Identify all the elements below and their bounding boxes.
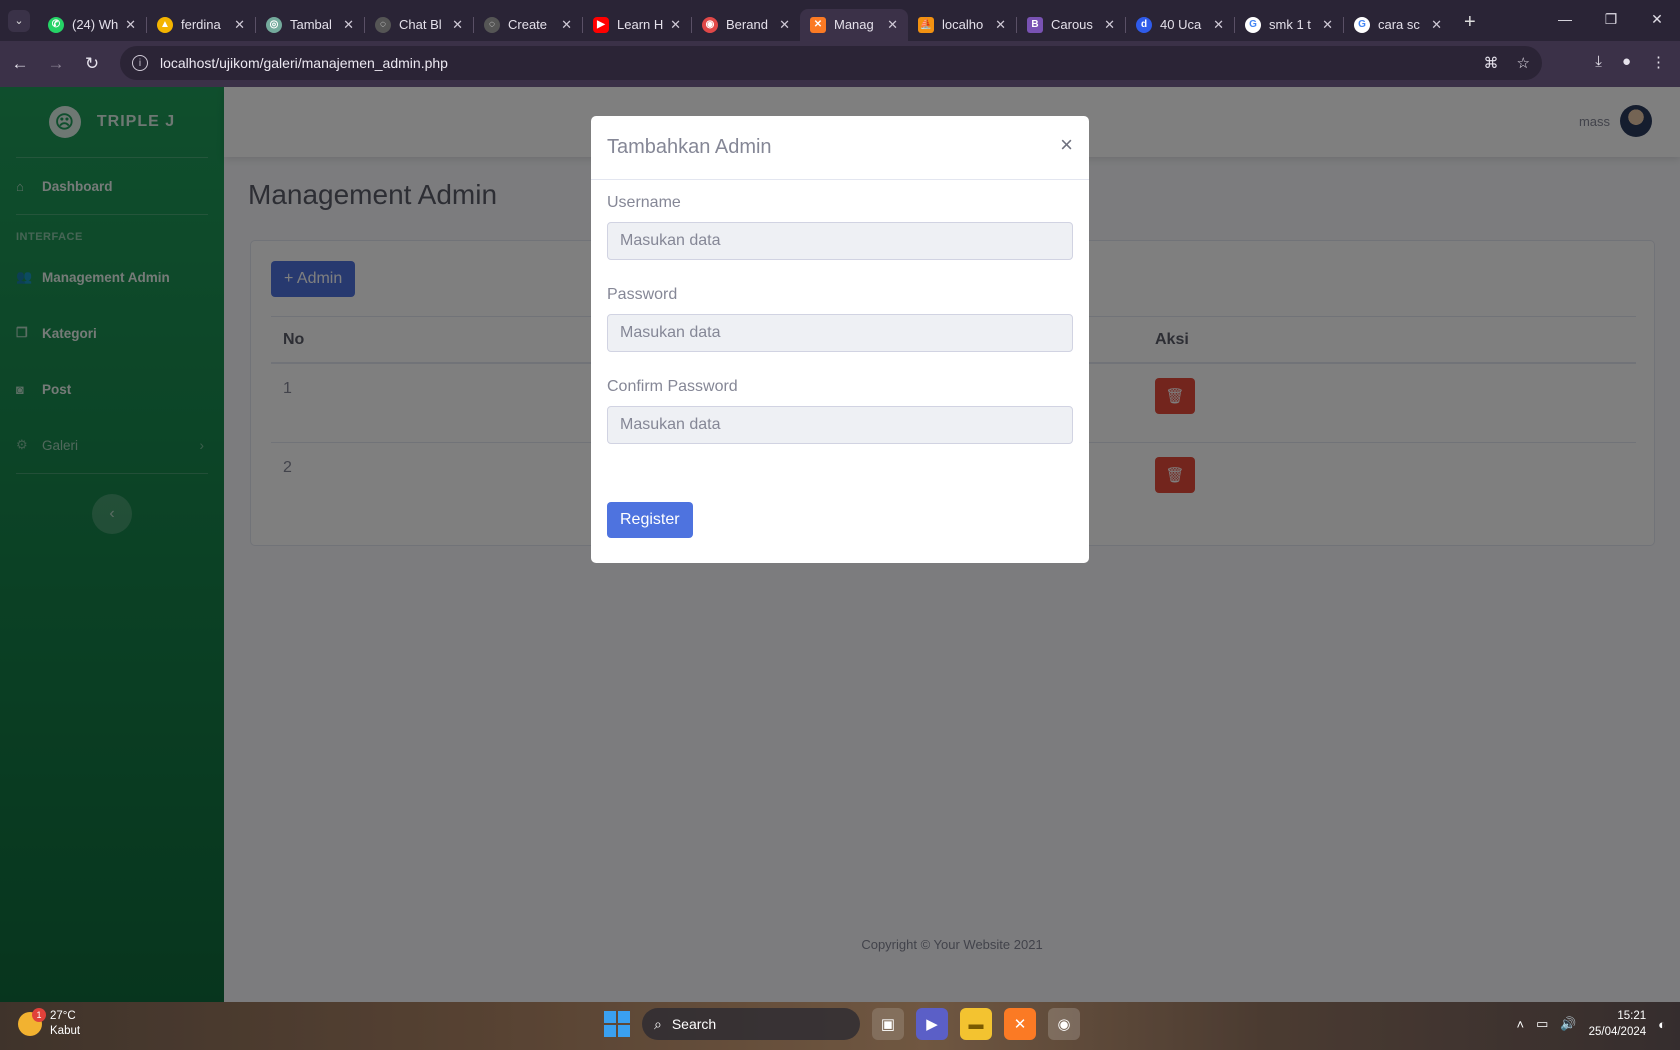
close-tab-icon[interactable]: ✕ — [561, 17, 572, 33]
close-tab-icon[interactable]: ✕ — [125, 17, 136, 33]
browser-tab-active[interactable]: ✕ Manag ✕ — [800, 8, 908, 41]
back-icon[interactable]: ← — [4, 54, 36, 74]
address-bar[interactable]: i localhost/ujikom/galeri/manajemen_admi… — [120, 46, 1542, 80]
browser-tab[interactable]: ▶ Learn H ✕ — [583, 9, 691, 41]
browser-tab[interactable]: B Carous ✕ — [1017, 9, 1125, 41]
profile-icon[interactable]: ● — [1622, 53, 1631, 71]
minimize-icon[interactable]: — — [1542, 11, 1588, 27]
url-text[interactable]: localhost/ujikom/galeri/manajemen_admin.… — [160, 55, 448, 71]
chatgpt-favicon-icon: ◎ — [266, 16, 282, 33]
meet-icon[interactable]: ▶ — [916, 1008, 948, 1040]
browser-tab[interactable]: Gcara sc ✕ — [1344, 9, 1452, 41]
close-tab-icon[interactable]: ✕ — [452, 17, 463, 33]
weather-temp: 27°C — [50, 1010, 76, 1022]
reload-icon[interactable]: ↻ — [76, 54, 108, 74]
confirm-password-input[interactable] — [607, 406, 1073, 444]
close-tab-icon[interactable]: ✕ — [234, 17, 245, 33]
browser-tab[interactable]: ✆ (24) Wh ✕ — [38, 9, 146, 41]
browser-tab[interactable]: Gsmk 1 t ✕ — [1235, 9, 1343, 41]
browser-tab[interactable]: ▲ ferdina ✕ — [147, 9, 255, 41]
close-tab-icon[interactable]: ✕ — [1104, 17, 1115, 33]
close-tab-icon[interactable]: ✕ — [343, 17, 354, 33]
google-favicon-icon: G — [1354, 16, 1370, 33]
taskbar-search[interactable]: ⌕ Search — [642, 1008, 860, 1040]
bookmark-star-icon[interactable]: ☆ — [1517, 54, 1530, 72]
browser-tab[interactable]: ◌ Create ✕ — [474, 9, 582, 41]
xampp-icon[interactable]: ✕ — [1004, 1008, 1036, 1040]
browser-tab[interactable]: ⛵ localho ✕ — [908, 9, 1016, 41]
weather-icon: 1 — [18, 1008, 46, 1036]
close-tab-icon[interactable]: ✕ — [1431, 17, 1442, 33]
browser-tab[interactable]: ◎ Tambal ✕ — [256, 9, 364, 41]
close-tab-icon[interactable]: ✕ — [995, 17, 1006, 33]
register-button[interactable]: Register — [607, 502, 693, 538]
volume-icon[interactable]: 🔊 — [1560, 1016, 1576, 1032]
browser-toolbar: ← → ↻ i localhost/ujikom/galeri/manajeme… — [0, 41, 1680, 87]
whatsapp-favicon-icon: ✆ — [48, 16, 64, 33]
forward-icon[interactable]: → — [40, 54, 72, 74]
phpmyadmin-favicon-icon: ⛵ — [918, 16, 934, 33]
modal-title: Tambahkan Admin — [607, 136, 772, 158]
notification-badge: 1 — [32, 1008, 46, 1022]
restore-icon[interactable]: ❐ — [1588, 11, 1634, 28]
bootstrap-favicon-icon: B — [1027, 16, 1043, 33]
weather-condition: Kabut — [50, 1025, 81, 1037]
modal-header: Tambahkan Admin × — [591, 116, 1089, 180]
task-view-icon[interactable]: ▣ — [872, 1008, 904, 1040]
chevron-up-icon[interactable]: ˄ — [1517, 1017, 1525, 1032]
site-info-icon[interactable]: i — [132, 55, 148, 71]
chrome-icon[interactable]: ◉ — [1048, 1008, 1080, 1040]
close-tab-icon[interactable]: ✕ — [887, 17, 898, 33]
add-admin-modal: Tambahkan Admin × Username Password Conf… — [591, 116, 1089, 563]
new-tab-icon[interactable]: + — [1464, 11, 1476, 34]
focus-icon[interactable]: ◐ — [1658, 1017, 1666, 1032]
windows-start-icon[interactable] — [604, 1011, 630, 1037]
username-input[interactable] — [607, 222, 1073, 260]
beranda-favicon-icon: ◉ — [702, 16, 718, 33]
create-favicon-icon: ◌ — [484, 16, 500, 33]
browser-tab[interactable]: d 40 Uca ✕ — [1126, 9, 1234, 41]
close-tab-icon[interactable]: ✕ — [1213, 17, 1224, 33]
window-close-icon[interactable]: ✕ — [1634, 11, 1680, 28]
register-form: Username Password Confirm Password — [607, 194, 1073, 470]
search-icon: ⌕ — [654, 1015, 662, 1032]
window-controls: — ❐ ✕ — [1542, 0, 1680, 38]
tab-search-menu-icon[interactable]: ⌄ — [8, 9, 30, 32]
browser-tab[interactable]: ◉ Berand ✕ — [692, 9, 800, 41]
browser-tab[interactable]: ◌ Chat Bl ✕ — [365, 9, 473, 41]
file-explorer-icon[interactable]: ▬ — [960, 1008, 992, 1040]
confirm-password-label: Confirm Password — [607, 378, 738, 395]
close-tab-icon[interactable]: ✕ — [670, 17, 681, 33]
username-label: Username — [607, 194, 681, 211]
browser-tab-strip: ⌄ ✆ (24) Wh ✕ ▲ ferdina ✕ ◎ Tambal ✕ ◌ Chat Bl ✕… — [0, 0, 1680, 41]
close-tab-icon[interactable]: ✕ — [779, 17, 790, 33]
drive-favicon-icon: ▲ — [157, 16, 173, 33]
close-icon[interactable]: × — [1060, 132, 1073, 158]
chat-favicon-icon: ◌ — [375, 16, 391, 33]
network-icon[interactable]: ▭ — [1536, 1016, 1548, 1032]
close-tab-icon[interactable]: ✕ — [1322, 17, 1333, 33]
download-icon[interactable]: ⤓ — [1595, 53, 1602, 71]
password-label: Password — [607, 286, 678, 303]
weather-widget[interactable]: 1 27°C Kabut — [18, 1008, 81, 1039]
translate-icon[interactable]: ⌘ — [1484, 54, 1499, 72]
menu-kebab-icon[interactable]: ⋮ — [1651, 53, 1666, 71]
xampp-favicon-icon: ✕ — [810, 16, 826, 33]
google-favicon-icon: G — [1245, 16, 1261, 33]
detik-favicon-icon: d — [1136, 16, 1152, 33]
system-tray: ˄ ▭ 🔊 15:21 25/04/2024 ◐ — [1517, 1008, 1667, 1040]
windows-taskbar: 1 27°C Kabut ⌕ Search ▣ ▶ ▬ ✕ ◉ ˄ ▭ 🔊 15… — [0, 1002, 1680, 1050]
web-page: ☹ TRIPLE J ⌂ Dashboard INTERFACE 👥 Manag… — [0, 87, 1680, 1002]
youtube-favicon-icon: ▶ — [593, 16, 609, 33]
clock[interactable]: 15:21 25/04/2024 — [1589, 1008, 1647, 1040]
password-input[interactable] — [607, 314, 1073, 352]
